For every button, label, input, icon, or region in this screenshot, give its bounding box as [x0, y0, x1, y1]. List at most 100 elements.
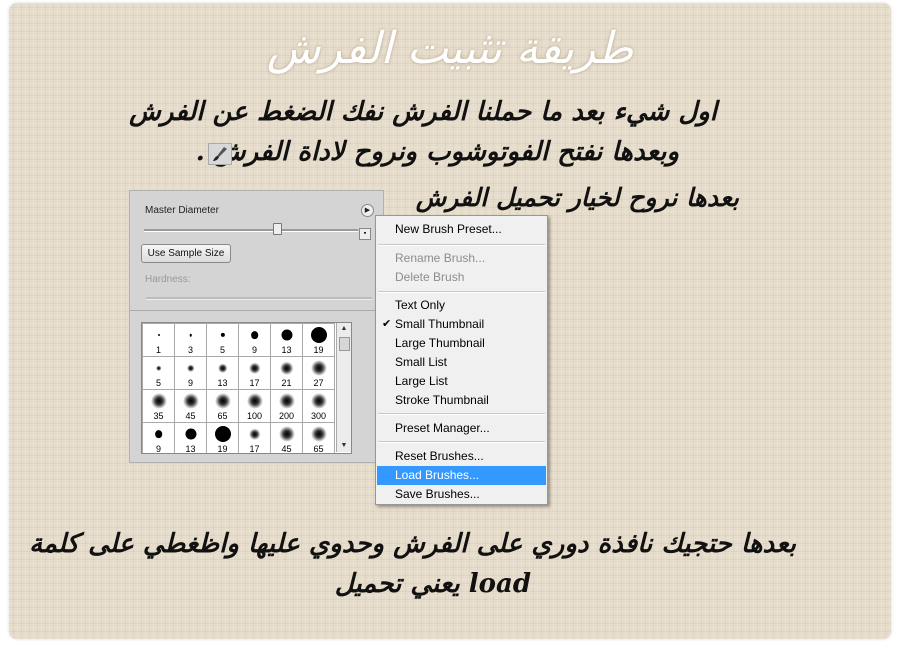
brush-thumbnail[interactable]: 100 — [239, 390, 270, 422]
brush-size-label: 27 — [313, 378, 324, 388]
brush-thumbnail[interactable]: 35 — [143, 390, 174, 422]
brush-tip-icon — [186, 364, 195, 372]
menu-separator — [378, 244, 545, 246]
menu-item-label: Reset Brushes... — [395, 449, 484, 463]
menu-item-large-thumbnail[interactable]: Large Thumbnail — [377, 334, 546, 353]
brush-size-label: 200 — [278, 411, 295, 421]
brush-tip-icon — [220, 332, 225, 338]
menu-item-label: Rename Brush... — [395, 251, 486, 265]
instruction-line-4: بعدها حتجيك نافذة دوري على الفرش وحدوي ع… — [29, 529, 796, 559]
brush-thumbnail[interactable]: 27 — [303, 357, 334, 389]
brush-size-label: 21 — [281, 378, 292, 388]
menu-item-load-brushes[interactable]: Load Brushes... — [377, 466, 546, 485]
hardness-slider — [146, 297, 372, 300]
brush-thumbnail[interactable]: 65 — [303, 423, 334, 454]
brush-thumbnail[interactable]: 21 — [271, 357, 302, 389]
master-diameter-label: Master Diameter — [145, 205, 219, 216]
brush-tip-icon — [184, 428, 197, 440]
use-sample-size-button[interactable]: Use Sample Size — [141, 244, 231, 263]
master-diameter-slider-thumb[interactable] — [272, 223, 282, 235]
checkmark-icon: ✔ — [382, 318, 392, 330]
new-preset-icon[interactable]: ▪ — [359, 228, 371, 240]
brush-thumbnail[interactable]: 65 — [207, 390, 238, 422]
menu-item-label: Stroke Thumbnail — [395, 393, 489, 407]
menu-item-label: Text Only — [395, 298, 446, 312]
menu-item-label: New Brush Preset... — [395, 222, 502, 236]
menu-item-delete-brush[interactable]: Delete Brush — [377, 268, 546, 287]
brush-size-label: 13 — [185, 444, 196, 454]
brush-thumbnail[interactable]: 1 — [143, 324, 174, 356]
brush-icon — [208, 143, 232, 165]
menu-item-large-list[interactable]: Large List — [377, 372, 546, 391]
menu-item-reset-brushes[interactable]: Reset Brushes... — [377, 447, 546, 466]
menu-item-save-brushes[interactable]: Save Brushes... — [377, 485, 546, 504]
brush-size-label: 9 — [187, 378, 193, 388]
brush-size-label: 9 — [155, 444, 161, 454]
brush-tip-icon — [155, 365, 162, 371]
brush-thumbnail[interactable]: 5 — [143, 357, 174, 389]
brush-tip-icon — [150, 393, 167, 409]
brush-size-label: 17 — [249, 378, 260, 388]
menu-item-small-thumbnail[interactable]: ✔ Small Thumbnail — [377, 315, 546, 334]
scroll-up-icon[interactable]: ▲ — [337, 323, 351, 335]
scroll-thumb[interactable] — [339, 337, 350, 351]
brush-thumbnail[interactable]: 9 — [143, 423, 174, 454]
instruction-line-3: بعدها نروح لخيار تحميل الفرش — [415, 183, 739, 212]
brush-tip-icon — [278, 426, 295, 442]
brush-size-label: 9 — [251, 345, 257, 355]
brush-tip-icon — [214, 393, 231, 409]
brush-size-label: 1 — [155, 345, 161, 355]
brush-tip-icon — [279, 361, 294, 375]
brush-size-label: 65 — [313, 444, 324, 454]
brush-thumbnail[interactable]: 17 — [239, 423, 270, 454]
brush-size-label: 13 — [281, 345, 292, 355]
brush-size-label: 19 — [313, 345, 324, 355]
brush-thumbnail-grid: 1 3 5 9 13 19 5 9 13 17 21 27 35 45 65 100 200 300 9 13 19 17… — [141, 322, 352, 454]
panel-divider — [130, 310, 383, 311]
brush-thumbnail[interactable]: 17 — [239, 357, 270, 389]
menu-item-label: Save Brushes... — [395, 487, 480, 501]
panel-menu-icon[interactable]: ▶ — [361, 204, 374, 217]
brush-grid-scrollbar[interactable]: ▲ ▼ — [336, 323, 351, 452]
brush-thumbnail[interactable]: 200 — [271, 390, 302, 422]
instruction-line-5: load يعني تحميل — [334, 569, 531, 599]
brush-thumbnail[interactable]: 13 — [207, 357, 238, 389]
brush-thumbnail[interactable]: 13 — [175, 423, 206, 454]
brush-tip-icon — [278, 393, 295, 409]
menu-item-new-brush-preset[interactable]: New Brush Preset... — [377, 220, 546, 239]
brush-size-label: 13 — [217, 378, 228, 388]
brush-thumbnail[interactable]: 9 — [175, 357, 206, 389]
menu-item-small-list[interactable]: Small List — [377, 353, 546, 372]
brush-thumbnail[interactable]: 9 — [239, 324, 270, 356]
master-diameter-slider[interactable] — [144, 229, 358, 232]
brush-size-label: 100 — [246, 411, 263, 421]
brush-thumbnail[interactable]: 3 — [175, 324, 206, 356]
menu-item-label: Delete Brush — [395, 270, 465, 284]
brush-thumbnail[interactable]: 19 — [207, 423, 238, 453]
brush-size-label: 5 — [219, 345, 225, 355]
brush-tip-icon — [310, 426, 327, 442]
menu-separator — [378, 413, 545, 415]
scroll-down-icon[interactable]: ▼ — [337, 440, 351, 452]
brush-thumbnail[interactable]: 19 — [303, 324, 334, 356]
brush-size-label: 45 — [281, 444, 292, 454]
menu-item-preset-manager[interactable]: Preset Manager... — [377, 419, 546, 438]
brush-thumbnail[interactable]: 45 — [175, 390, 206, 422]
brush-thumbnail[interactable]: 13 — [271, 324, 302, 356]
menu-item-text-only[interactable]: Text Only — [377, 296, 546, 315]
brush-size-label: 3 — [187, 345, 193, 355]
menu-item-label: Small List — [395, 355, 448, 369]
brush-tip-icon — [310, 393, 327, 409]
menu-item-label: Load Brushes... — [395, 468, 480, 482]
menu-item-stroke-thumbnail[interactable]: Stroke Thumbnail — [377, 391, 546, 410]
brush-tip-icon — [310, 360, 327, 376]
brush-tip-icon — [250, 331, 259, 339]
brush-thumbnail[interactable]: 45 — [271, 423, 302, 454]
brush-size-label: 65 — [217, 411, 228, 421]
brush-thumbnail[interactable]: 5 — [207, 324, 238, 356]
brush-tip-icon — [310, 327, 327, 343]
brush-thumbnail[interactable]: 300 — [303, 390, 334, 422]
brush-size-label: 17 — [249, 444, 260, 454]
brush-size-label: 35 — [153, 411, 164, 421]
menu-item-rename-brush[interactable]: Rename Brush... — [377, 249, 546, 268]
